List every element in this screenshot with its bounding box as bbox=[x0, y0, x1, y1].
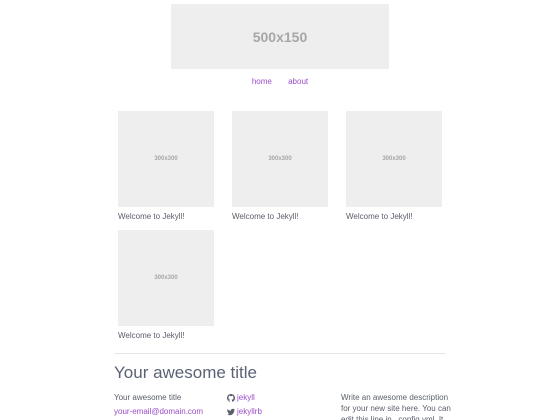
post-card[interactable]: 300x300 Welcome to Jekyll! bbox=[118, 111, 214, 221]
thumbnail-placeholder-text: 300x300 bbox=[382, 156, 406, 162]
github-link[interactable]: jekyll bbox=[227, 393, 255, 402]
post-card[interactable]: 300x300 Welcome to Jekyll! bbox=[346, 111, 442, 221]
github-icon bbox=[227, 393, 235, 402]
post-thumbnail[interactable]: 300x300 bbox=[232, 111, 328, 207]
github-username[interactable]: jekyll bbox=[237, 393, 255, 402]
post-title[interactable]: Welcome to Jekyll! bbox=[346, 212, 442, 221]
twitter-username[interactable]: jekyllrb bbox=[237, 407, 262, 416]
nav-link-about[interactable]: about bbox=[288, 77, 308, 86]
twitter-icon bbox=[227, 408, 235, 415]
thumbnail-placeholder-text: 300x300 bbox=[154, 275, 178, 281]
footer-divider bbox=[114, 353, 446, 354]
thumbnail-placeholder-text: 300x300 bbox=[154, 156, 178, 162]
post-card[interactable]: 300x300 Welcome to Jekyll! bbox=[232, 111, 328, 221]
banner-placeholder-text: 500x150 bbox=[252, 28, 308, 45]
post-thumbnail[interactable]: 300x300 bbox=[346, 111, 442, 207]
footer-site-title: Your awesome title bbox=[114, 393, 182, 402]
post-title[interactable]: Welcome to Jekyll! bbox=[118, 212, 214, 221]
post-title[interactable]: Welcome to Jekyll! bbox=[118, 331, 214, 340]
post-thumbnail[interactable]: 300x300 bbox=[118, 111, 214, 207]
footer-heading: Your awesome title bbox=[114, 363, 258, 382]
header-banner-image: 500x150 bbox=[171, 4, 389, 69]
site-description: Write an awesome description for your ne… bbox=[341, 393, 451, 420]
footer-email-link[interactable]: your-email@domain.com bbox=[114, 407, 203, 416]
page: 500x150 home about 300x300 Welcome to Je… bbox=[0, 0, 560, 420]
post-title[interactable]: Welcome to Jekyll! bbox=[232, 212, 328, 221]
main-nav: home about bbox=[0, 77, 560, 86]
nav-link-home[interactable]: home bbox=[252, 77, 272, 86]
thumbnail-placeholder-text: 300x300 bbox=[268, 156, 292, 162]
post-card[interactable]: 300x300 Welcome to Jekyll! bbox=[118, 230, 214, 340]
post-thumbnail[interactable]: 300x300 bbox=[118, 230, 214, 326]
twitter-link[interactable]: jekyllrb bbox=[227, 407, 262, 416]
